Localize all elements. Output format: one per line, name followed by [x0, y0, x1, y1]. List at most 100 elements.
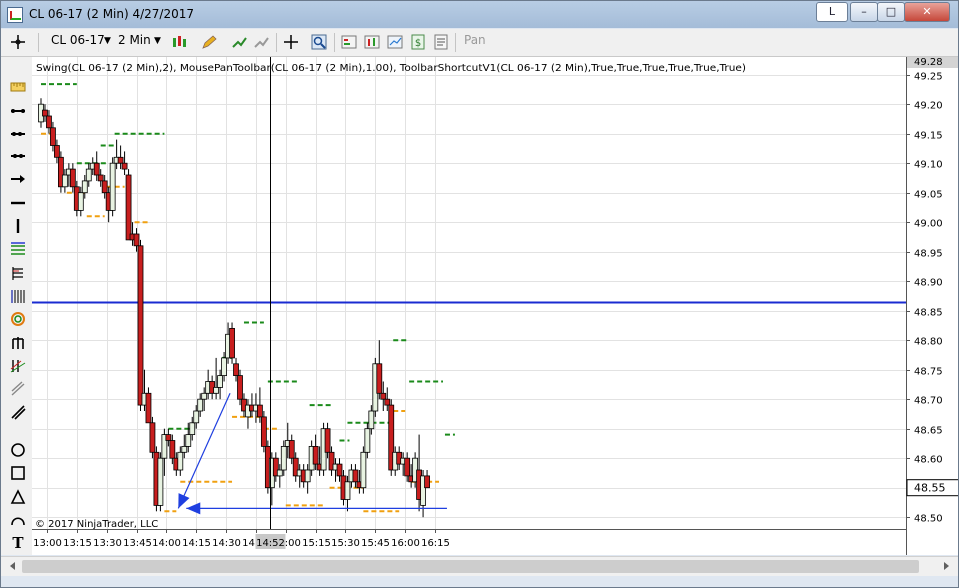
instrument-selector[interactable]: CL 06-17	[51, 33, 105, 47]
candle-up[interactable]	[213, 386, 220, 394]
chart-style-icon[interactable]	[341, 34, 357, 50]
candle-up[interactable]	[344, 481, 351, 500]
candle-up[interactable]	[177, 451, 184, 471]
candle-down[interactable]	[288, 440, 295, 459]
scroll-left-icon[interactable]	[7, 560, 19, 572]
trend-channel-icon[interactable]	[10, 381, 26, 397]
template-icon[interactable]	[433, 34, 449, 50]
dollar-icon[interactable]: $	[410, 34, 426, 50]
candle-down[interactable]	[229, 327, 235, 359]
candle-up[interactable]	[304, 469, 311, 483]
candle-down[interactable]	[256, 404, 263, 418]
rectangle-icon[interactable]	[10, 465, 26, 481]
candle-down[interactable]	[149, 422, 156, 453]
candle-up[interactable]	[85, 168, 92, 182]
candle-up[interactable]	[109, 162, 116, 211]
fibonacci-icon[interactable]	[10, 265, 26, 281]
crosshair-icon[interactable]	[283, 34, 299, 50]
candle-up[interactable]	[193, 410, 200, 424]
gann-icon[interactable]	[10, 288, 26, 304]
candle-down[interactable]	[97, 174, 104, 182]
pan-button[interactable]: Pan	[464, 33, 486, 47]
minimize-button[interactable]: –	[850, 2, 878, 22]
candle-down[interactable]	[69, 168, 76, 188]
ruler-icon[interactable]	[10, 79, 26, 95]
candle-down[interactable]	[376, 363, 383, 394]
horizontal-scrollbar[interactable]	[1, 556, 958, 576]
chevron-down-icon[interactable]: ▼	[104, 36, 111, 46]
ray-icon[interactable]	[10, 126, 26, 142]
candle-up[interactable]	[181, 445, 188, 453]
candle-up[interactable]	[368, 410, 375, 430]
candle-up[interactable]	[360, 451, 367, 489]
candle-down[interactable]	[101, 180, 108, 194]
candle-down[interactable]	[50, 127, 56, 146]
candle-up[interactable]	[221, 357, 227, 376]
triangle-icon[interactable]	[10, 489, 26, 505]
candle-down[interactable]	[93, 162, 100, 176]
candle-up[interactable]	[77, 192, 84, 211]
extended-line-icon[interactable]	[10, 148, 26, 164]
text-icon[interactable]: T	[10, 534, 26, 550]
candle-down[interactable]	[54, 145, 60, 158]
candle-up[interactable]	[217, 375, 224, 388]
candle-down[interactable]	[384, 398, 391, 406]
candle-up[interactable]	[185, 434, 192, 447]
indicators-icon[interactable]	[231, 34, 247, 50]
candle-down[interactable]	[165, 434, 172, 441]
candle-down[interactable]	[324, 428, 331, 453]
candle-down[interactable]	[404, 457, 411, 477]
bars-icon[interactable]	[171, 34, 187, 50]
zoom-icon[interactable]	[311, 34, 327, 50]
price-chart[interactable]: 49.25 49.20 49.15 49.10 49.05 49.00 48.95 48.90…	[32, 57, 958, 555]
candle-down[interactable]	[352, 469, 359, 483]
arc-icon[interactable]	[10, 512, 26, 528]
cursor-mode-icon[interactable]	[10, 34, 26, 50]
candle-up[interactable]	[197, 398, 204, 412]
candle-down[interactable]	[380, 392, 387, 400]
candle-down[interactable]	[125, 174, 132, 241]
title-bar[interactable]: CL 06-17 (2 Min) 4/27/2017 L – □ ✕	[1, 1, 958, 28]
link-button[interactable]: L	[816, 2, 848, 22]
candle-down[interactable]	[237, 375, 243, 400]
fib-circle-icon[interactable]	[10, 311, 26, 327]
candle-up[interactable]	[61, 174, 68, 188]
candle-down[interactable]	[169, 440, 176, 459]
slash-icon[interactable]	[10, 404, 26, 420]
candle-down[interactable]	[145, 392, 152, 424]
candle-down[interactable]	[336, 463, 343, 477]
regression-icon[interactable]	[10, 358, 26, 374]
candle-down[interactable]	[117, 156, 124, 164]
vertical-line-icon[interactable]	[10, 218, 26, 234]
scroll-right-icon[interactable]	[940, 560, 952, 572]
andrews-pitchfork-icon[interactable]	[10, 241, 26, 257]
candle-up[interactable]	[81, 180, 88, 194]
arrow-line-icon[interactable]	[10, 171, 26, 187]
fib-time-icon[interactable]	[10, 335, 26, 351]
candle-down[interactable]	[133, 233, 140, 247]
strategies-icon[interactable]	[253, 34, 269, 50]
candle-up[interactable]	[201, 392, 208, 400]
candle-down[interactable]	[121, 162, 128, 170]
interval-selector[interactable]: 2 Min	[118, 33, 151, 47]
candle-down[interactable]	[137, 245, 144, 406]
candle-down[interactable]	[42, 109, 48, 117]
ellipse-icon[interactable]	[10, 442, 26, 458]
maximize-button[interactable]: □	[877, 2, 905, 22]
data-series-icon[interactable]	[364, 34, 380, 50]
candle-down[interactable]	[233, 363, 239, 376]
scrollbar-thumb[interactable]	[22, 560, 919, 573]
candle-down[interactable]	[46, 115, 52, 129]
candle-up[interactable]	[276, 469, 283, 477]
candle-up[interactable]	[157, 457, 164, 506]
line-icon[interactable]	[10, 103, 26, 119]
candle-up[interactable]	[280, 445, 287, 471]
pencil-icon[interactable]	[201, 34, 217, 50]
candle-up[interactable]	[189, 422, 196, 435]
candle-up[interactable]	[364, 428, 371, 453]
close-button[interactable]: ✕	[904, 2, 950, 22]
chevron-down-icon[interactable]: ▼	[154, 36, 161, 46]
candle-down[interactable]	[260, 416, 267, 447]
horizontal-line-icon[interactable]	[10, 195, 26, 211]
candle-down[interactable]	[424, 475, 430, 489]
